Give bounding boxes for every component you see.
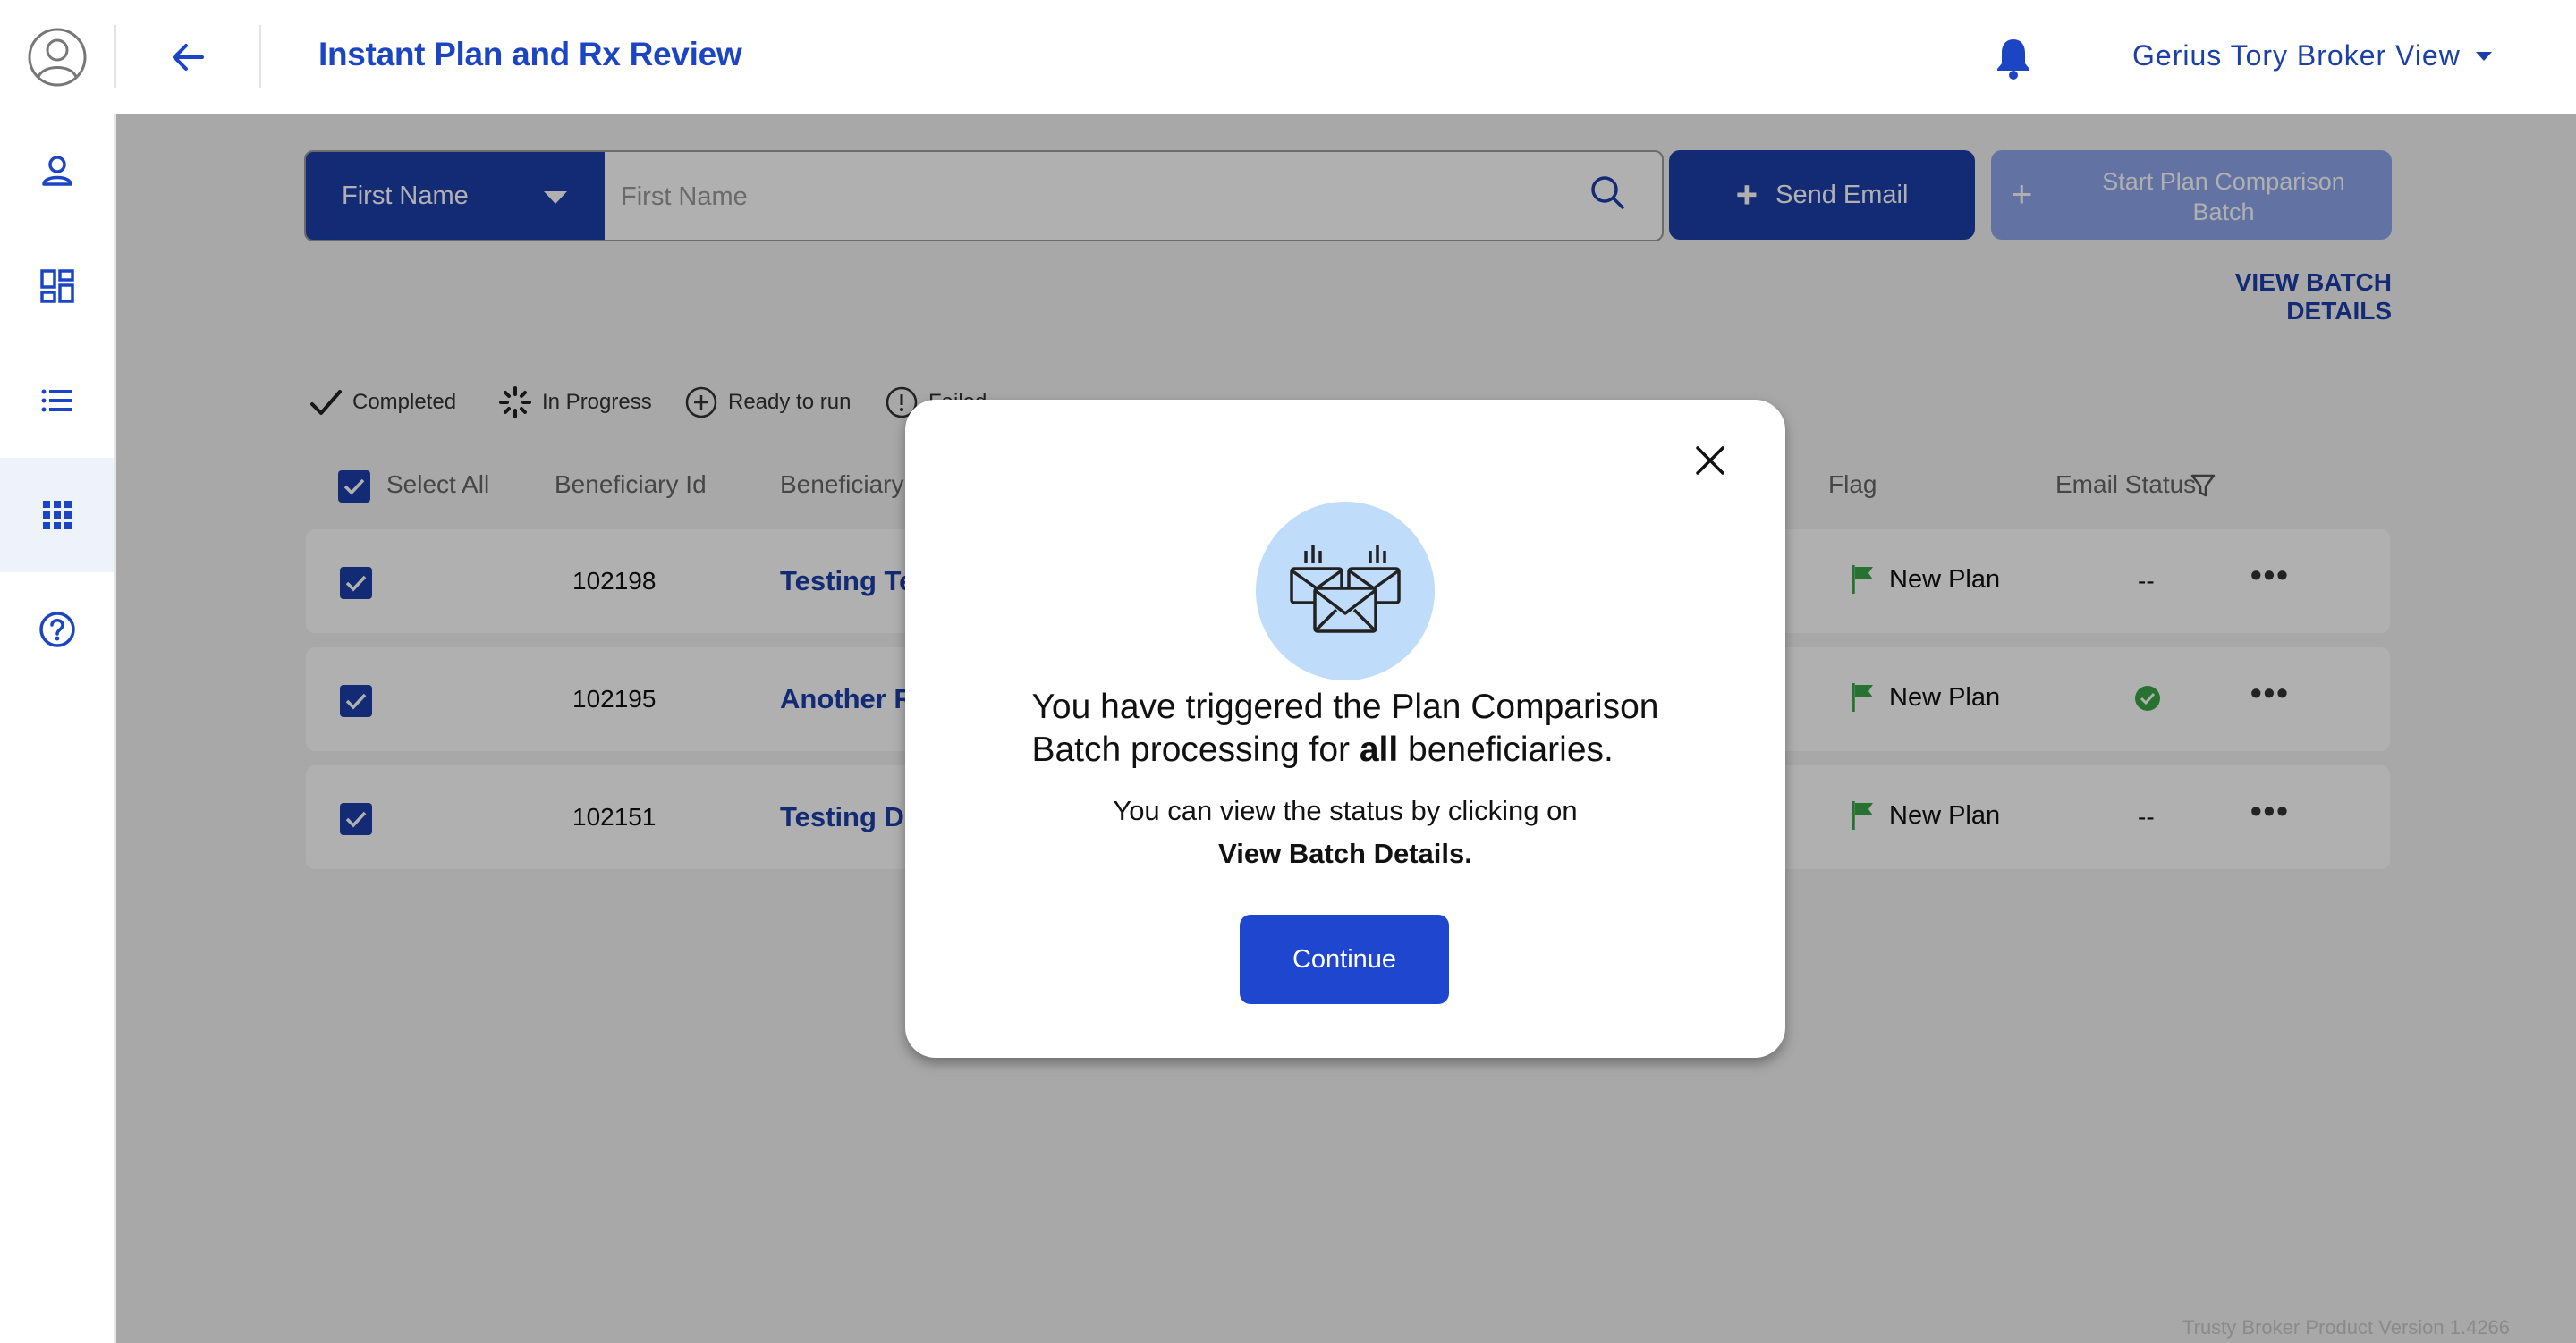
modal-message: You have triggered the Plan Comparison B… <box>905 686 1785 772</box>
notification-bell-icon[interactable] <box>1993 36 2034 80</box>
page-title: Instant Plan and Rx Review <box>318 36 742 72</box>
modal-message-line1: You have triggered the Plan Comparison <box>1031 688 1659 726</box>
help-icon <box>39 612 75 647</box>
dashboard-icon <box>40 269 74 303</box>
modal-message-line2-post: beneficiaries. <box>1398 731 1614 769</box>
sidebar <box>0 114 116 1343</box>
user-avatar-icon[interactable] <box>27 27 88 88</box>
email-batch-illustration <box>1256 502 1435 680</box>
modal-subtext-line2: View Batch Details. <box>1218 838 1472 869</box>
envelopes-icon <box>1290 545 1401 633</box>
modal-subtext: You can view the status by clicking on V… <box>905 790 1785 875</box>
batch-triggered-modal: You have triggered the Plan Comparison B… <box>905 400 1785 1058</box>
chevron-down-icon[interactable] <box>2476 52 2492 61</box>
user-menu-label[interactable]: Gerius Tory Broker View <box>2132 39 2461 72</box>
sidebar-item-dashboard[interactable] <box>0 229 114 343</box>
sidebar-item-profile[interactable] <box>0 114 114 229</box>
continue-button[interactable]: Continue <box>1240 915 1449 1004</box>
person-icon <box>42 156 72 186</box>
sidebar-item-help[interactable] <box>0 572 114 687</box>
modal-message-line2-bold: all <box>1359 731 1399 769</box>
app-header: Instant Plan and Rx Review Gerius Tory B… <box>0 0 2576 114</box>
close-icon[interactable] <box>1689 439 1732 482</box>
header-divider <box>259 25 261 88</box>
sidebar-item-list[interactable] <box>0 343 114 458</box>
sidebar-item-apps[interactable] <box>0 458 114 572</box>
list-icon <box>41 389 72 412</box>
modal-message-line2-pre: Batch processing for <box>1031 731 1360 769</box>
back-arrow-icon[interactable] <box>166 36 209 79</box>
header-divider <box>114 25 116 88</box>
apps-grid-icon <box>43 501 72 529</box>
modal-subtext-line1: You can view the status by clicking on <box>1113 795 1578 826</box>
